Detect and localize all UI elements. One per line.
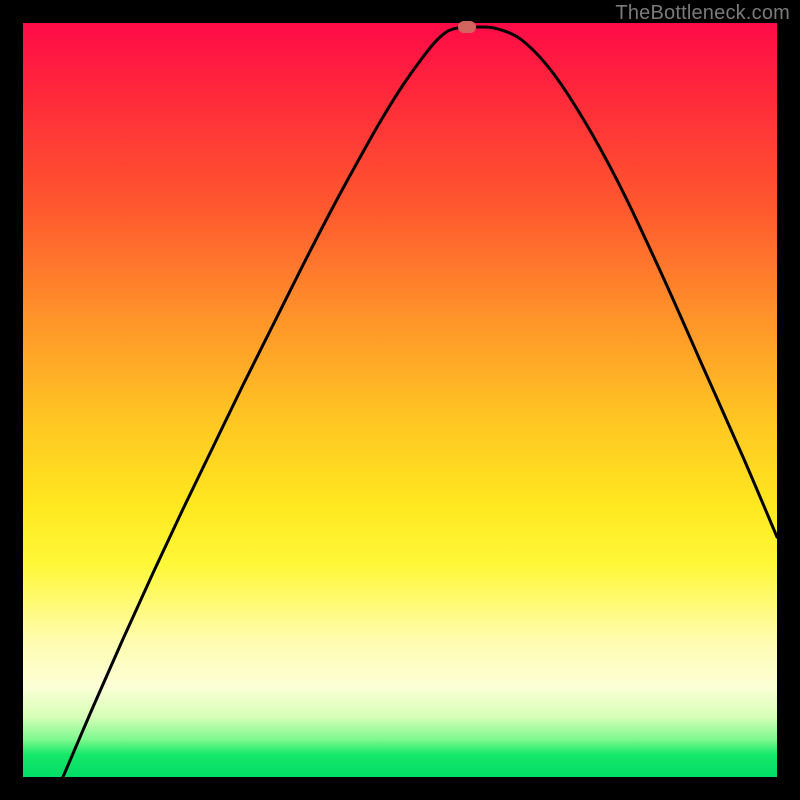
watermark-text: TheBottleneck.com bbox=[615, 2, 790, 25]
minimum-marker bbox=[458, 21, 476, 33]
chart-frame: TheBottleneck.com bbox=[0, 0, 800, 800]
bottleneck-curve bbox=[23, 23, 777, 777]
chart-plot-area bbox=[23, 23, 777, 777]
